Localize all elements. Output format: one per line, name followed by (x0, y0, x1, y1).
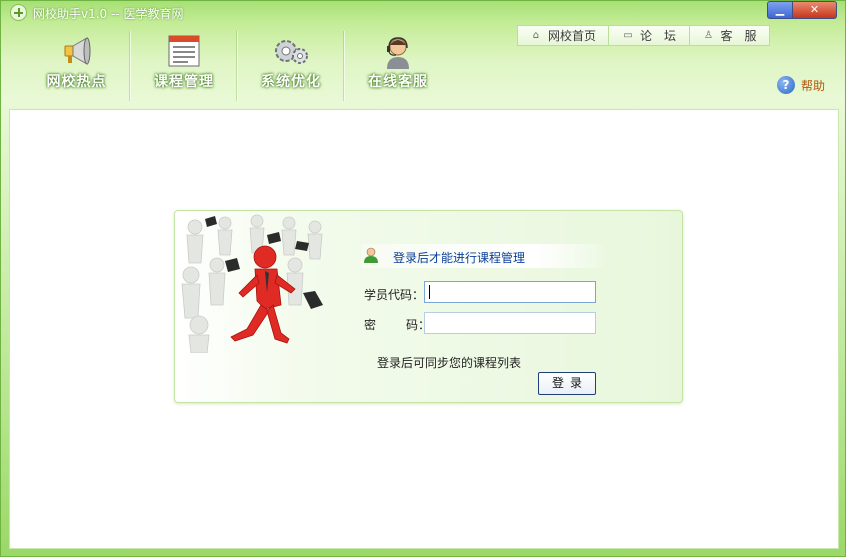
toolbar-label: 网校热点 (46, 74, 107, 90)
link-label: 网校首页 (547, 29, 596, 43)
app-window: 网校助手v1.0 -- 医学教育网 ▁ ✕ 网校热点 课程管理 系统优化 在线客… (0, 0, 846, 557)
help-link[interactable]: ? 帮助 (777, 76, 825, 94)
toolbar-item-hot-news[interactable]: 网校热点 (23, 31, 130, 101)
login-header: 登录后才能进行课程管理 (361, 244, 611, 268)
content-area: 登录后才能进行课程管理 学员代码： 密 码： 登录后可同步您的课程列表 登录 (9, 109, 839, 549)
minimize-button[interactable]: ▁ (767, 1, 793, 19)
help-label: 帮助 (801, 78, 826, 93)
student-id-input[interactable] (424, 281, 596, 303)
megaphone-icon (64, 37, 90, 65)
headset-agent-icon (387, 37, 409, 69)
link-customer-service[interactable]: ♙ 客 服 (689, 26, 769, 45)
user-icon (364, 247, 378, 263)
home-icon: ⌂ (532, 30, 540, 41)
link-label: 论 坛 (639, 29, 676, 43)
running-figures-illustration (181, 214, 323, 353)
toolbar-item-online-service[interactable]: 在线客服 (344, 31, 451, 101)
toolbar-label: 系统优化 (261, 74, 321, 90)
forum-icon: ▭ (623, 30, 633, 41)
toolbar-item-system-optimize[interactable]: 系统优化 (237, 31, 344, 101)
gears-icon (275, 40, 308, 64)
link-label: 客 服 (720, 29, 757, 43)
sync-note: 登录后可同步您的课程列表 (377, 356, 522, 370)
login-panel: 登录后才能进行课程管理 学员代码： 密 码： 登录后可同步您的课程列表 登录 (174, 210, 683, 403)
title-bar[interactable]: 网校助手v1.0 -- 医学教育网 ▁ ✕ (1, 1, 845, 23)
login-button[interactable]: 登录 (538, 372, 596, 395)
password-input[interactable] (424, 312, 596, 334)
app-logo-icon (10, 4, 27, 21)
password-label-char: 密 (364, 318, 377, 332)
toolbar-item-course-management[interactable]: 课程管理 (130, 31, 237, 101)
main-toolbar: 网校热点 课程管理 系统优化 在线客服 (23, 31, 451, 101)
student-id-label: 学员代码： (364, 288, 425, 302)
document-list-icon (168, 35, 200, 67)
window-title: 网校助手v1.0 -- 医学教育网 (33, 7, 184, 21)
help-icon: ? (777, 76, 795, 94)
link-site-home[interactable]: ⌂ 网校首页 (518, 26, 608, 45)
toolbar-label: 课程管理 (154, 74, 214, 90)
text-caret (429, 285, 430, 299)
link-forum[interactable]: ▭ 论 坛 (608, 26, 689, 45)
toolbar-label: 在线客服 (368, 74, 428, 90)
top-links: ⌂ 网校首页 ▭ 论 坛 ♙ 客 服 (517, 25, 770, 46)
person-icon: ♙ (704, 30, 713, 41)
window-controls: ▁ ✕ (767, 1, 837, 19)
close-button[interactable]: ✕ (793, 1, 837, 19)
login-title: 登录后才能进行课程管理 (393, 251, 526, 265)
